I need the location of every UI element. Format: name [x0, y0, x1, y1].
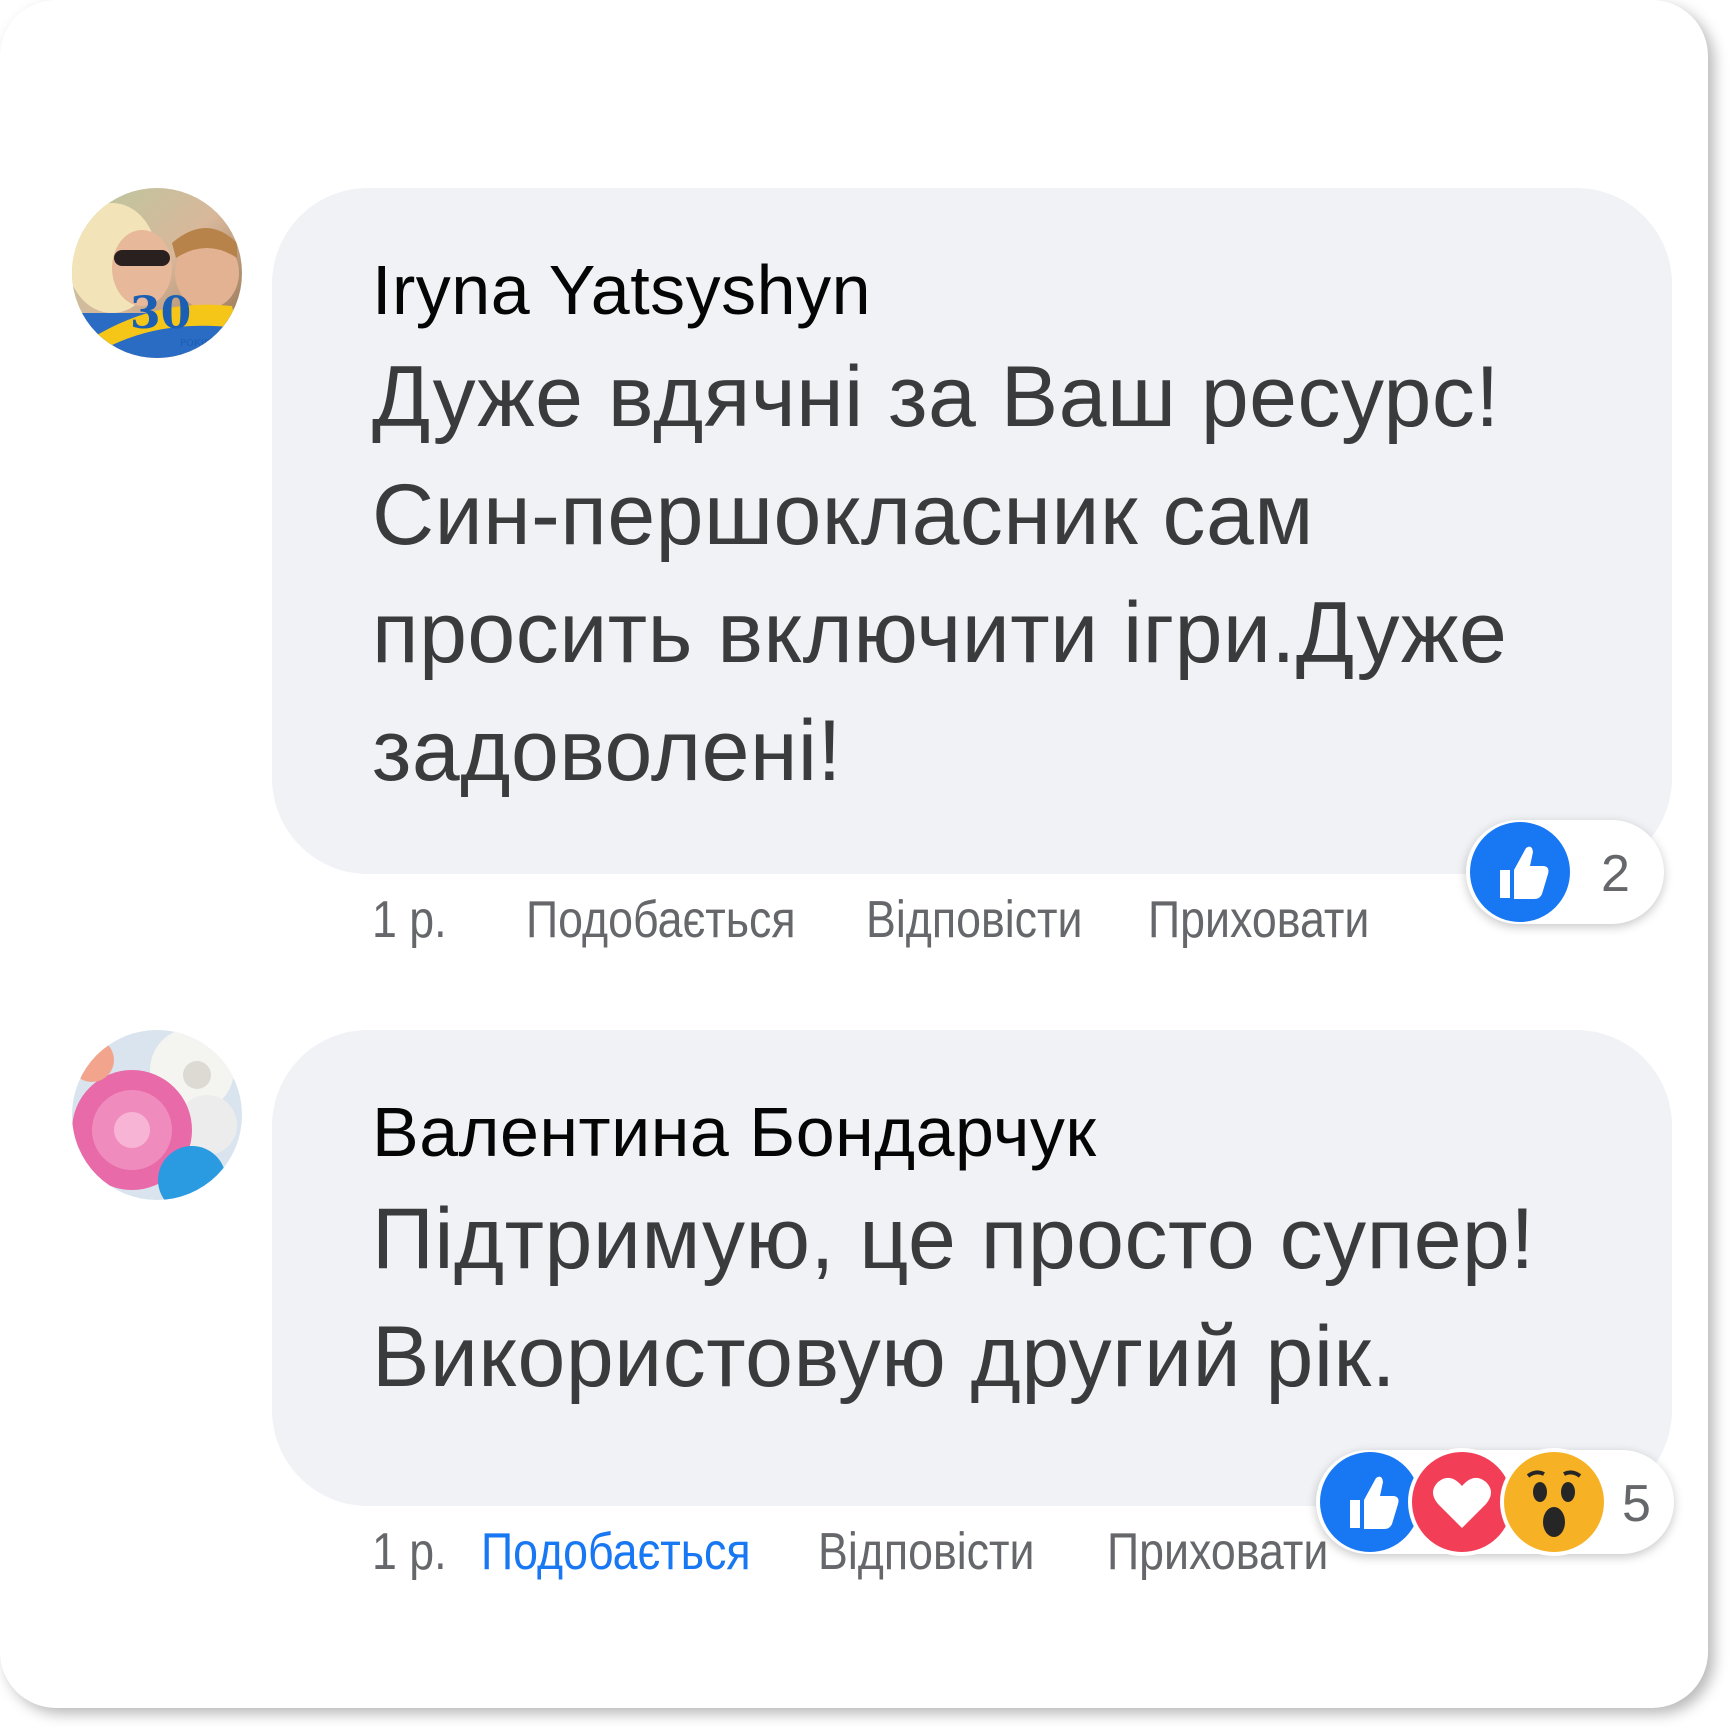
comment-author[interactable]: Валентина Бондарчук — [372, 1092, 1097, 1172]
hide-link[interactable]: Приховати — [1107, 1522, 1328, 1582]
reply-link[interactable]: Відповісти — [866, 890, 1096, 950]
comment-author[interactable]: Iryna Yatsyshyn — [372, 250, 871, 330]
avatar[interactable] — [72, 1030, 242, 1200]
comment-actions: 1 р. Подобається Відповісти Приховати — [372, 1522, 1365, 1582]
avatar-photo — [72, 1030, 242, 1200]
like-link[interactable]: Подобається — [481, 1522, 758, 1582]
reaction-count: 5 — [1622, 1475, 1651, 1533]
comment-timestamp[interactable]: 1 р. — [372, 890, 492, 950]
comment-text-line: Син-першокласник сам — [372, 467, 1314, 563]
comment-text-line: просить включити ігри.Дуже — [372, 585, 1508, 681]
comment-text-line: Підтримую, це просто супер! — [372, 1191, 1535, 1287]
reaction-summary[interactable]: 5 — [1316, 1448, 1674, 1556]
comment-text-line: Дуже вдячні за Ваш ресурс! — [372, 349, 1500, 445]
avatar[interactable]: 30 РОКІВ — [72, 188, 242, 358]
avatar-badge-number: 30 — [130, 288, 191, 339]
comment-timestamp[interactable]: 1 р. — [372, 1522, 454, 1582]
avatar-photo: 30 РОКІВ — [72, 188, 242, 358]
like-link[interactable]: Подобається — [526, 890, 806, 950]
comment-bubble: Iryna Yatsyshyn Дуже вдячні за Ваш ресур… — [272, 188, 1672, 874]
comment-text: Дуже вдячні за Ваш ресурс! Син-першоклас… — [372, 338, 1612, 810]
reaction-count: 2 — [1601, 845, 1630, 903]
reaction-summary[interactable]: 2 — [1466, 820, 1664, 924]
comment-text-line: Використовую другий рік. — [372, 1309, 1396, 1405]
reply-link[interactable]: Відповісти — [818, 1522, 1055, 1582]
comments-card: 30 РОКІВ Iryna Yatsyshyn Дуже вдячні за … — [0, 0, 1708, 1708]
comment-text: Підтримую, це просто супер! Використовую… — [372, 1180, 1612, 1416]
wow-icon — [1500, 1448, 1608, 1556]
hide-link[interactable]: Приховати — [1148, 890, 1369, 950]
avatar-badge-sub: РОКІВ — [180, 338, 211, 349]
comment-text-line: задоволені! — [372, 703, 842, 799]
comment-actions: 1 р. Подобається Відповісти Приховати — [372, 890, 1406, 950]
comment-bubble: Валентина Бондарчук Підтримую, це просто… — [272, 1030, 1672, 1506]
like-icon — [1470, 822, 1570, 922]
like-icon — [1320, 1452, 1420, 1552]
